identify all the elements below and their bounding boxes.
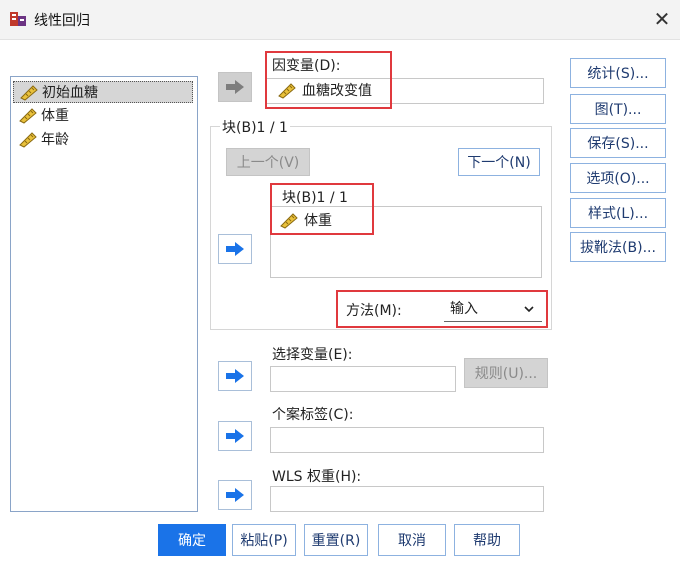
reset-button[interactable]: 重置(R)	[304, 524, 368, 556]
case-labels-label: 个案标签(C):	[272, 407, 354, 423]
style-button[interactable]: 样式(L)...	[570, 198, 666, 228]
ok-button[interactable]: 确定	[158, 524, 226, 556]
dependent-value-item[interactable]: 血糖改变值	[276, 81, 386, 101]
independent-item[interactable]: 体重	[278, 211, 368, 231]
wls-weight-label: WLS 权重(H):	[272, 469, 362, 485]
block-label: 块(B)1 / 1	[220, 117, 290, 137]
scale-variable-icon	[280, 213, 298, 229]
scale-variable-icon	[20, 85, 38, 101]
variable-item-0[interactable]: 初始血糖	[13, 81, 193, 103]
method-label: 方法(M):	[346, 303, 402, 319]
close-icon[interactable]: ✕	[650, 6, 674, 32]
move-dependent-button[interactable]	[218, 72, 252, 102]
dependent-value: 血糖改变值	[302, 83, 372, 99]
wls-weight-field[interactable]	[270, 486, 544, 512]
method-value: 输入	[450, 301, 478, 317]
options-button[interactable]: 选项(O)...	[570, 163, 666, 193]
scale-variable-icon	[19, 132, 37, 148]
window-title: 线性回归	[34, 13, 90, 29]
rule-button[interactable]: 规则(U)...	[464, 358, 548, 388]
arrow-right-icon	[226, 488, 244, 502]
arrow-right-icon	[226, 80, 244, 94]
method-dropdown[interactable]: 输入	[444, 296, 542, 322]
arrow-right-icon	[226, 242, 244, 256]
variable-name: 年龄	[41, 132, 69, 148]
next-block-button[interactable]: 下一个(N)	[458, 148, 540, 176]
arrow-right-icon	[226, 429, 244, 443]
chevron-down-icon	[524, 296, 534, 322]
move-selection-button[interactable]	[218, 361, 252, 391]
variable-item-2[interactable]: 年龄	[13, 129, 193, 151]
dependent-label: 因变量(D):	[272, 58, 341, 74]
selection-variable-field[interactable]	[270, 366, 456, 392]
scale-variable-icon	[19, 108, 37, 124]
statistics-button[interactable]: 统计(S)...	[570, 58, 666, 88]
move-independent-button[interactable]	[218, 234, 252, 264]
variable-name: 初始血糖	[42, 85, 98, 101]
case-labels-field[interactable]	[270, 427, 544, 453]
help-button[interactable]: 帮助	[454, 524, 520, 556]
app-icon	[9, 10, 27, 28]
independent-name: 体重	[304, 213, 332, 229]
scale-variable-icon	[278, 83, 296, 99]
save-button[interactable]: 保存(S)...	[570, 128, 666, 158]
plots-button[interactable]: 图(T)...	[570, 94, 666, 124]
selection-variable-label: 选择变量(E):	[272, 347, 353, 363]
variable-list[interactable]: 初始血糖 体重 年龄	[10, 76, 198, 512]
move-wls-button[interactable]	[218, 480, 252, 510]
variable-name: 体重	[41, 108, 69, 124]
arrow-right-icon	[226, 369, 244, 383]
bootstrap-button[interactable]: 拔靴法(B)...	[570, 232, 666, 262]
inner-block-label: 块(B)1 / 1	[282, 190, 348, 206]
variable-item-1[interactable]: 体重	[13, 105, 193, 127]
cancel-button[interactable]: 取消	[378, 524, 446, 556]
title-bar	[0, 0, 680, 40]
paste-button[interactable]: 粘贴(P)	[232, 524, 296, 556]
move-case-labels-button[interactable]	[218, 421, 252, 451]
previous-block-button[interactable]: 上一个(V)	[226, 148, 310, 176]
